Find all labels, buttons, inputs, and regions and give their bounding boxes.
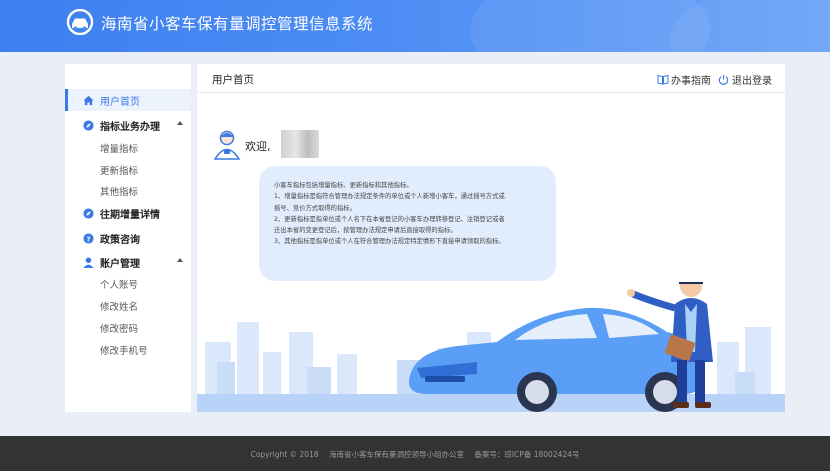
intro-line: 1、增量指标是指符合管理办法规定条件的单位或个人新增小客车，通过摇号方式或 — [274, 193, 505, 201]
sidebar-item-label: 政策咨询 — [100, 234, 140, 246]
home-icon — [83, 95, 94, 105]
intro-line: 小客车指标包括增量指标、更新指标和其他指标。 — [274, 182, 413, 189]
intro-bubble: 小客车指标包括增量指标、更新指标和其他指标。 1、增量指标是指符合管理办法规定条… — [259, 166, 556, 281]
sidebar-subitem-increment-quota[interactable]: 增量指标 — [100, 141, 138, 155]
user-icon — [83, 256, 94, 268]
copyright: Copyright © 2018 — [250, 450, 319, 459]
intro-line: 3、其他指标是指单位或个人在符合管理办法规定特定情形下直接申请领取的指标。 — [274, 238, 505, 246]
footer-text: Copyright © 2018 海南省小客车保有量调控领导小组办公室 备案号：… — [0, 449, 830, 460]
car-illustration — [197, 282, 785, 412]
page-title: 用户首页 — [212, 74, 254, 86]
guide-link[interactable]: 办事指南 — [657, 72, 711, 87]
power-icon — [718, 74, 729, 85]
main-header: 用户首页 办事指南 退出登录 — [197, 64, 785, 93]
question-icon: ? — [83, 232, 94, 244]
app-title: 海南省小客车保有量调控管理信息系统 — [101, 15, 374, 33]
footer: Copyright © 2018 海南省小客车保有量调控领导小组办公室 备案号：… — [0, 436, 830, 471]
book-icon — [657, 74, 669, 85]
sidebar-item-home[interactable]: 用户首页 — [65, 89, 191, 111]
sidebar-subitem-change-name[interactable]: 修改姓名 — [100, 299, 138, 313]
compass-icon — [83, 119, 94, 131]
org-name: 海南省小客车保有量调控领导小组办公室 — [328, 450, 464, 459]
icp-number[interactable]: 备案号：琼ICP备 18002424号 — [474, 450, 579, 459]
sidebar-item-policy[interactable]: ? 政策咨询 — [65, 227, 191, 249]
sidebar-item-label: 指标业务办理 — [100, 121, 160, 133]
user-avatar-icon — [213, 130, 241, 160]
sidebar-item-past-increment[interactable]: 往期增量详情 — [65, 202, 191, 224]
intro-line: 2、更新指标是指单位或个人名下在本省登记的小客车办理转移登记、注销登记或者 — [274, 215, 505, 223]
intro-line: 迁出本省的变更登记后，按管理办法规定申请后直接取得的指标。 — [274, 227, 457, 235]
logout-link[interactable]: 退出登录 — [718, 72, 772, 87]
username-redacted — [281, 130, 319, 158]
chevron-up-icon[interactable] — [177, 258, 183, 262]
compass-icon — [83, 207, 94, 219]
sidebar-subitem-change-password[interactable]: 修改密码 — [100, 321, 138, 335]
sidebar-item-label: 往期增量详情 — [100, 209, 160, 221]
sidebar-subitem-other-quota[interactable]: 其他指标 — [100, 184, 138, 198]
welcome-text: 欢迎, — [245, 140, 271, 153]
sidebar: 用户首页 指标业务办理 增量指标 更新指标 其他指标 往期增量详情 ? 政策咨询… — [65, 64, 191, 412]
logout-label: 退出登录 — [732, 76, 772, 87]
main-panel: 用户首页 办事指南 退出登录 欢迎, 小客车指标包括增量指标、更新指标和其他指标… — [197, 64, 785, 412]
sidebar-subitem-personal-account[interactable]: 个人账号 — [100, 277, 138, 291]
car-logo-icon — [66, 9, 94, 35]
chevron-up-icon[interactable] — [177, 121, 183, 125]
sidebar-item-quota-business[interactable]: 指标业务办理 — [65, 114, 191, 136]
intro-line: 摇号、竞价方式取得的指标。 — [274, 204, 356, 212]
svg-text:?: ? — [86, 234, 90, 243]
sidebar-subitem-renewal-quota[interactable]: 更新指标 — [100, 163, 138, 177]
sidebar-item-label: 账户管理 — [100, 258, 140, 270]
header-decoration — [670, 0, 830, 52]
sidebar-subitem-change-phone[interactable]: 修改手机号 — [100, 343, 148, 357]
guide-label: 办事指南 — [671, 76, 711, 87]
sidebar-item-label: 用户首页 — [100, 96, 140, 108]
header-bar: 海南省小客车保有量调控管理信息系统 — [0, 0, 830, 52]
sidebar-item-account[interactable]: 账户管理 — [65, 251, 191, 273]
